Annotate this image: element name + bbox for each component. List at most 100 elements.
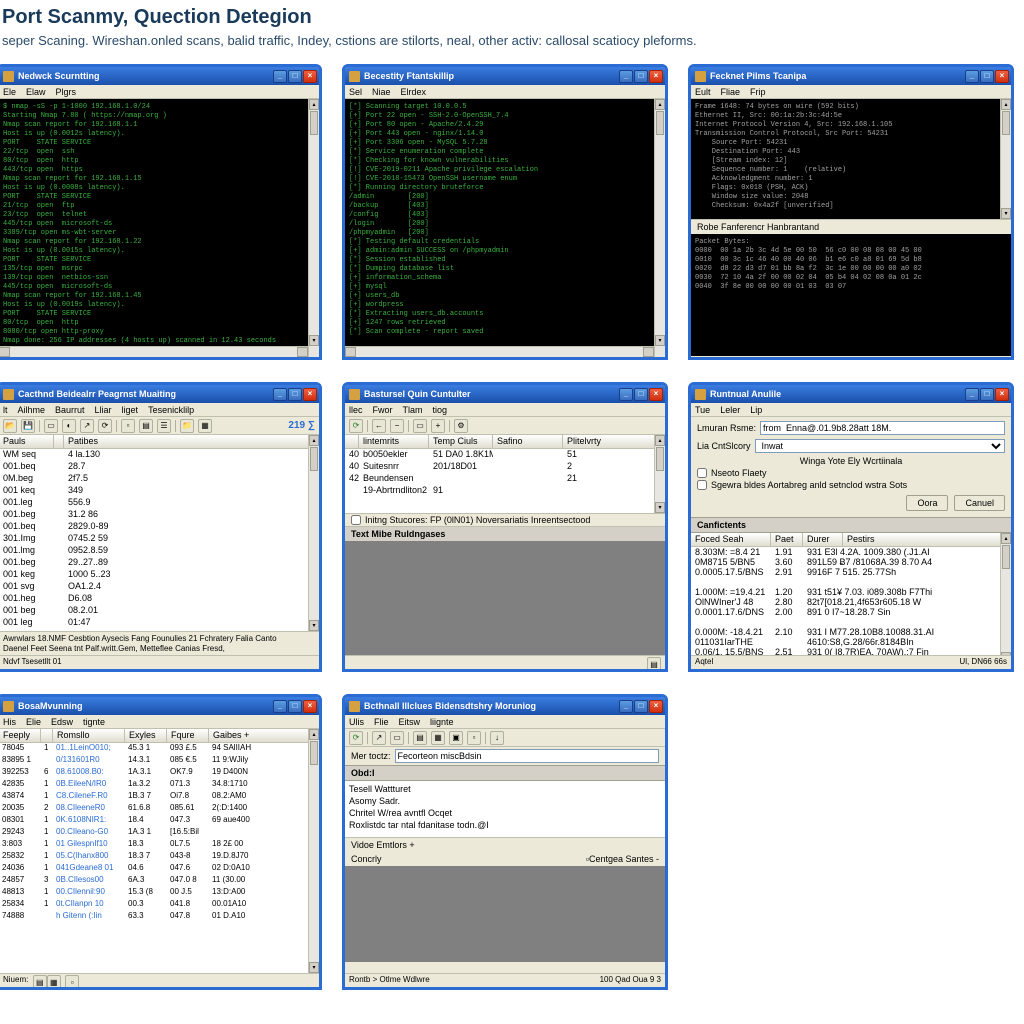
toolbar-refresh-icon[interactable]: ⟳ bbox=[349, 731, 363, 745]
column-header[interactable]: Durer bbox=[803, 533, 843, 546]
list-row[interactable]: 3:803101 GilespnIf1018.30L7.518 2£ 00 bbox=[0, 839, 319, 851]
toolbar-btn[interactable]: ▭ bbox=[44, 419, 58, 433]
menu-item[interactable]: Fliae bbox=[721, 87, 741, 97]
list-row[interactable]: 001.hegD6.08 bbox=[0, 593, 319, 605]
column-header[interactable]: Foced Seah bbox=[691, 533, 771, 546]
terminal-output[interactable]: [*] Scanning target 10.0.0.5 [+] Port 22… bbox=[345, 99, 665, 360]
scroll-up[interactable]: ▴ bbox=[655, 435, 665, 446]
menu-item[interactable]: Ulis bbox=[349, 717, 364, 727]
scroll-left[interactable] bbox=[345, 347, 356, 357]
toolbar-add-icon[interactable]: + bbox=[431, 419, 445, 433]
menu-item[interactable]: Baurrut bbox=[55, 405, 85, 415]
list-row[interactable]: 001 keg1000 5..23 bbox=[0, 569, 319, 581]
tree-item[interactable]: Chritel W/rea avntfl Ocqet bbox=[349, 807, 661, 819]
maximize-button[interactable]: □ bbox=[634, 388, 648, 401]
list-row[interactable]: 001.leg556.9 bbox=[0, 497, 319, 509]
close-button[interactable]: × bbox=[649, 70, 663, 83]
toolbar-btn[interactable]: ▭ bbox=[413, 419, 427, 433]
status-icon[interactable]: ▤ bbox=[33, 975, 47, 989]
maximize-button[interactable]: □ bbox=[634, 70, 648, 83]
scroll-down[interactable]: ▾ bbox=[1001, 208, 1011, 219]
toolbar-back-icon[interactable]: ← bbox=[372, 419, 386, 433]
close-button[interactable]: × bbox=[649, 388, 663, 401]
scroll-down[interactable]: ▾ bbox=[309, 620, 319, 631]
toolbar-btn[interactable]: ▦ bbox=[198, 419, 212, 433]
column-header[interactable]: lintemrits bbox=[359, 435, 429, 448]
menu-item[interactable]: Tlam bbox=[403, 405, 423, 415]
toolbar-btn[interactable]: ◐ bbox=[62, 419, 76, 433]
scroll-left[interactable] bbox=[0, 347, 10, 357]
list-row[interactable]: 29243100.CIleano-G01A.3 1[16.5:Bil bbox=[0, 827, 319, 839]
column-header[interactable]: Plitelvrty bbox=[563, 435, 665, 448]
result-list[interactable]: 40b0050ekler51 DA0 1.8K1M5140Suitesnrr20… bbox=[345, 449, 665, 497]
close-button[interactable]: × bbox=[995, 70, 1009, 83]
toolbar-btn[interactable]: ▦ bbox=[431, 731, 445, 745]
scroll-up[interactable]: ▴ bbox=[1001, 99, 1011, 110]
scroll-up[interactable]: ▴ bbox=[1001, 533, 1011, 544]
column-header[interactable]: Safino bbox=[493, 435, 563, 448]
menu-item[interactable]: llec bbox=[349, 405, 363, 415]
close-button[interactable]: × bbox=[649, 700, 663, 713]
toolbar-down-icon[interactable]: ↓ bbox=[490, 731, 504, 745]
ok-button[interactable]: Oora bbox=[906, 495, 948, 511]
list-row[interactable]: 1.000M: =19.4.211.20931 t51¥ 7.03. i089.… bbox=[691, 587, 1011, 597]
column-header[interactable]: Exyles bbox=[125, 729, 167, 742]
status-icon[interactable]: ▫ bbox=[65, 975, 79, 989]
close-button[interactable]: × bbox=[303, 388, 317, 401]
scroll-right-btn[interactable] bbox=[297, 347, 308, 357]
toolbar-btn[interactable]: ▫ bbox=[467, 731, 481, 745]
close-button[interactable]: × bbox=[303, 70, 317, 83]
menu-item[interactable]: Eult bbox=[695, 87, 711, 97]
scroll-up[interactable]: ▴ bbox=[309, 729, 319, 740]
column-header[interactable]: Pauls bbox=[0, 435, 54, 448]
list-row[interactable] bbox=[691, 617, 1011, 627]
tree-item[interactable]: Asomy Sadr. bbox=[349, 795, 661, 807]
list-row[interactable]: 001 svgOA1.2.4 bbox=[0, 581, 319, 593]
toolbar-btn[interactable]: ▭ bbox=[390, 731, 404, 745]
list-row[interactable]: 0830110K.6108NIR1:18.4047.369 aue400 bbox=[0, 815, 319, 827]
toolbar-refresh-icon[interactable]: ⟳ bbox=[349, 419, 363, 433]
list-row[interactable]: 001 beg08.2.01 bbox=[0, 605, 319, 617]
category-select[interactable]: Inwat bbox=[755, 439, 1005, 453]
list-row[interactable]: 392253608.61008.B0:1A.3.1OK7.919 D400N bbox=[0, 767, 319, 779]
menu-item[interactable]: Tue bbox=[695, 405, 710, 415]
minimize-button[interactable]: _ bbox=[273, 700, 287, 713]
toolbar-save-icon[interactable]: 💾 bbox=[21, 419, 35, 433]
column-header[interactable]: Temp Ciuls bbox=[429, 435, 493, 448]
menu-item[interactable]: tiog bbox=[433, 405, 448, 415]
list-row[interactable]: 0.0005.17.5/BNS2.919916F 7 515. 25.77Sh bbox=[691, 567, 1011, 577]
minimize-button[interactable]: _ bbox=[619, 700, 633, 713]
column-header[interactable]: Feeply bbox=[0, 729, 41, 742]
list-row[interactable]: 20035208.CIleeneR061.6.8085.612(:D:1400 bbox=[0, 803, 319, 815]
toolbar-btn[interactable]: − bbox=[390, 419, 404, 433]
menu-item[interactable]: Ele bbox=[3, 87, 16, 97]
maximize-button[interactable]: □ bbox=[980, 70, 994, 83]
list-row[interactable]: 240361041Gdeane8 0104.6047.602 D:0A10 bbox=[0, 863, 319, 875]
column-header[interactable]: Paet bbox=[771, 533, 803, 546]
checkbox-option2[interactable] bbox=[697, 480, 707, 490]
column-header[interactable]: Patibes bbox=[64, 435, 319, 448]
toolbar-btn[interactable]: ☰ bbox=[157, 419, 171, 433]
minimize-button[interactable]: _ bbox=[273, 388, 287, 401]
menu-item[interactable]: liignte bbox=[430, 717, 454, 727]
list-row[interactable]: 2485730B.CIlesos006A.3047.0 811 (30.00 bbox=[0, 875, 319, 887]
scroll-thumb[interactable] bbox=[656, 111, 664, 135]
menu-item[interactable]: Elaw bbox=[26, 87, 46, 97]
connection-list[interactable]: 78045101..1LeinO010;45.3 1093 £.594 SAlI… bbox=[0, 743, 319, 923]
scroll-thumb[interactable] bbox=[1002, 111, 1010, 135]
tree-view[interactable]: Tesell Wattturet Asomy Sadr. Chritel W/r… bbox=[345, 781, 665, 837]
minimize-button[interactable]: _ bbox=[273, 70, 287, 83]
close-button[interactable]: × bbox=[995, 388, 1009, 401]
list-row[interactable]: 19-Abrtrndliton291 bbox=[345, 485, 665, 497]
packet-details[interactable]: Frame 1648: 74 bytes on wire (592 bits) … bbox=[691, 99, 1011, 219]
data-list[interactable]: 8.303M: =8.4 211.91931 E3l 4.2A. 1009.38… bbox=[691, 547, 1011, 657]
scroll-down[interactable]: ▾ bbox=[309, 335, 319, 346]
terminal-output[interactable]: $ nmap -sS -p 1-1000 192.168.1.0/24 Star… bbox=[0, 99, 319, 360]
toolbar-btn[interactable]: ▣ bbox=[449, 731, 463, 745]
minimize-button[interactable]: _ bbox=[619, 70, 633, 83]
list-row[interactable]: 0M.beg2f7.5 bbox=[0, 473, 319, 485]
list-row[interactable]: 0.000M: -18.4.212.10931 I M77.28.10B8.10… bbox=[691, 627, 1011, 637]
list-row[interactable]: 42Beundensen21 bbox=[345, 473, 665, 485]
menu-item[interactable]: Ailhme bbox=[18, 405, 46, 415]
menu-item[interactable]: tignte bbox=[83, 717, 105, 727]
